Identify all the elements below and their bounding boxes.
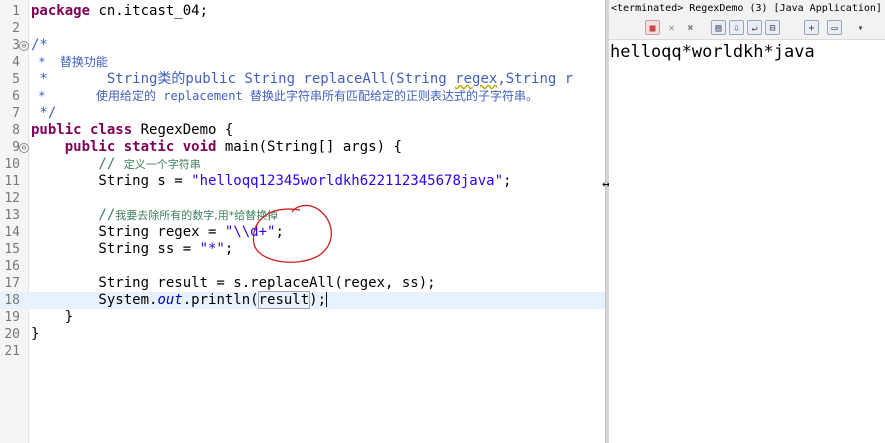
- code-line[interactable]: 7 */: [0, 105, 605, 122]
- code-line[interactable]: 17 String result = s.replaceAll(regex, s…: [0, 275, 605, 292]
- line-number: 20: [4, 327, 20, 342]
- code-line-current[interactable]: 18 System.out.println(result);: [0, 291, 605, 309]
- code-line[interactable]: 6 * 使用给定的 replacement 替换此字符串所有匹配给定的正则表达式…: [0, 88, 605, 105]
- code-line[interactable]: 19 }: [0, 309, 605, 326]
- line-number: 3: [12, 38, 20, 53]
- code-text: }: [31, 326, 40, 342]
- scroll-lock-icon[interactable]: ⇩: [729, 20, 744, 35]
- code-text: * String类的public String replaceAll(Strin…: [31, 71, 574, 87]
- terminate-icon[interactable]: ■: [645, 20, 660, 35]
- code-text: public class RegexDemo {: [31, 122, 234, 138]
- remove-all-launches-icon[interactable]: ✖: [683, 20, 698, 35]
- line-number: 18: [4, 293, 20, 308]
- line-number: 5: [12, 72, 20, 87]
- code-text: System.out.println(result);: [31, 291, 328, 309]
- code-line[interactable]: 15 String ss = "*";: [0, 241, 605, 258]
- console-view[interactable]: <terminated> RegexDemo (3) [Java Applica…: [609, 0, 885, 443]
- line-number: 4: [12, 55, 20, 70]
- code-text: String ss = "*";: [31, 241, 234, 257]
- line-number: 12: [4, 191, 20, 206]
- open-console-icon[interactable]: +: [804, 20, 819, 35]
- code-line[interactable]: 4 * 替换功能: [0, 54, 605, 71]
- word-wrap-icon[interactable]: ↵: [747, 20, 762, 35]
- line-number: 21: [4, 344, 20, 359]
- code-line[interactable]: 1 package cn.itcast_04;: [0, 3, 605, 20]
- code-text: String result = s.replaceAll(regex, ss);: [31, 275, 436, 291]
- code-line[interactable]: 2: [0, 20, 605, 37]
- code-editor[interactable]: 1 package cn.itcast_04; 2 3 ⊖ /* 4 * 替换功…: [0, 0, 605, 443]
- clear-console-icon[interactable]: ▤: [711, 20, 726, 35]
- line-number: 1: [12, 4, 20, 19]
- console-title: <terminated> RegexDemo (3) [Java Applica…: [609, 0, 885, 17]
- code-line[interactable]: 9 ⊖ public static void main(String[] arg…: [0, 139, 605, 156]
- line-number: 19: [4, 310, 20, 325]
- code-line[interactable]: 8 public class RegexDemo {: [0, 122, 605, 139]
- code-text: public static void main(String[] args) {: [64, 139, 402, 155]
- fold-toggle-icon[interactable]: ⊖: [19, 41, 29, 51]
- minimize-icon[interactable]: ▾: [853, 20, 868, 35]
- code-line[interactable]: 14 String regex = "\\d+";: [0, 224, 605, 241]
- line-number: 7: [12, 106, 20, 121]
- code-text: * 使用给定的 replacement 替换此字符串所有匹配给定的正则表达式的子…: [31, 89, 538, 103]
- line-number: 11: [4, 174, 20, 189]
- text-caret: [326, 292, 328, 307]
- code-text: String s = "helloqq12345worldkh622112345…: [31, 173, 512, 189]
- code-text: // 定义一个字符串: [31, 156, 201, 172]
- code-line[interactable]: 3 ⊖ /*: [0, 37, 605, 54]
- code-text: String regex = "\\d+";: [31, 224, 284, 240]
- line-number: 9: [12, 140, 20, 155]
- console-toolbar: ■ ✕ ✖ ▤ ⇩ ↵ ⊟ + ▭ ▾: [609, 17, 885, 40]
- code-line[interactable]: 13 //我要去除所有的数字,用*给替换掉: [0, 207, 605, 224]
- code-line[interactable]: 5 * String类的public String replaceAll(Str…: [0, 71, 605, 88]
- code-line[interactable]: 10 // 定义一个字符串: [0, 156, 605, 173]
- fold-toggle-icon[interactable]: ⊖: [19, 143, 29, 153]
- line-number: 17: [4, 276, 20, 291]
- code-text: package cn.itcast_04;: [31, 3, 209, 19]
- code-line[interactable]: 20 }: [0, 326, 605, 343]
- line-number: 16: [4, 259, 20, 274]
- line-number: 13: [4, 208, 20, 223]
- code-text: }: [31, 309, 74, 325]
- console-output: helloqq*worldkh*java: [610, 42, 815, 62]
- line-number: 10: [4, 157, 20, 172]
- code-line[interactable]: 12: [0, 190, 605, 207]
- line-number: 14: [4, 225, 20, 240]
- remove-launch-icon[interactable]: ✕: [664, 20, 679, 35]
- line-number: 15: [4, 242, 20, 257]
- line-number: 6: [12, 89, 20, 104]
- display-selected-console-icon[interactable]: ▭: [827, 20, 842, 35]
- line-number: 8: [12, 123, 20, 138]
- code-line[interactable]: 21: [0, 343, 605, 360]
- pin-console-icon[interactable]: ⊟: [765, 20, 780, 35]
- code-line[interactable]: 16: [0, 258, 605, 275]
- code-text: //我要去除所有的数字,用*给替换掉: [31, 207, 279, 223]
- code-line[interactable]: 11 String s = "helloqq12345worldkh622112…: [0, 173, 605, 190]
- code-text: */: [31, 105, 57, 121]
- code-text: * 替换功能: [31, 55, 108, 69]
- line-number: 2: [12, 21, 20, 36]
- code-text: /*: [31, 37, 48, 53]
